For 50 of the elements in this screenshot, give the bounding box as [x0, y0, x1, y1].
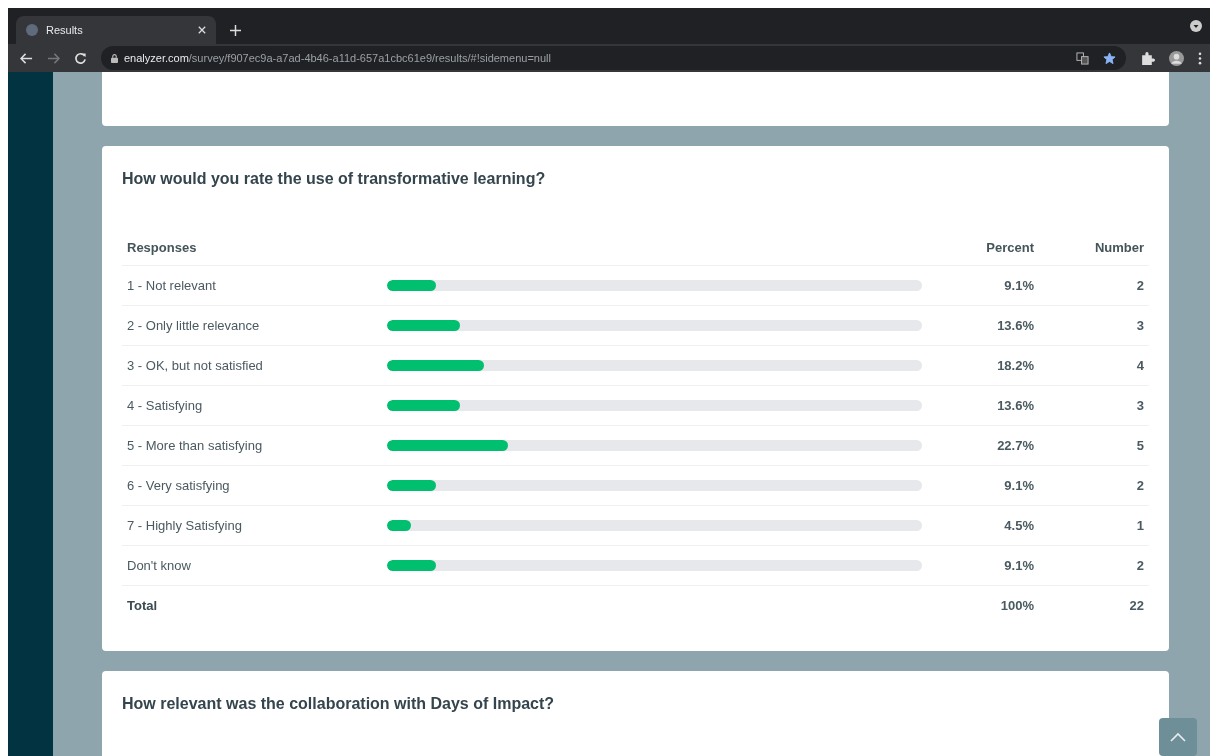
url-text: enalyzer.com/survey/f907ec9a-a7ad-4b46-a11d-657a1cbc61e9/results/#!sidemenu=null: [124, 52, 551, 64]
site-favicon-icon: [26, 24, 38, 36]
response-label: 4 - Satisfying: [122, 386, 382, 426]
reload-icon[interactable]: [74, 51, 87, 65]
response-label: 7 - Highly Satisfying: [122, 506, 382, 546]
total-label: Total: [126, 597, 159, 615]
percent-cell: 4.5%: [927, 506, 1039, 546]
lock-icon: [111, 53, 118, 63]
response-label: 6 - Very satisfying: [122, 466, 382, 506]
percent-cell: 9.1%: [927, 466, 1039, 506]
avatar-icon[interactable]: [1169, 50, 1184, 66]
number-cell: 2: [1039, 546, 1149, 586]
column-header: Percent: [927, 240, 1039, 266]
menu-icon[interactable]: [1198, 51, 1202, 65]
translate-icon[interactable]: [1076, 51, 1089, 65]
forward-arrow-icon[interactable]: [47, 51, 60, 65]
back-arrow-icon[interactable]: [20, 51, 33, 65]
address-bar[interactable]: enalyzer.com/survey/f907ec9a-a7ad-4b46-a11d-657a1cbc61e9/results/#!sidemenu=null: [101, 46, 1126, 70]
tab-title: Results: [46, 24, 84, 36]
percent-cell: 13.6%: [927, 306, 1039, 346]
percent-cell: 9.1%: [927, 546, 1039, 586]
number-cell: 4: [1039, 346, 1149, 386]
percent-cell: 13.6%: [927, 386, 1039, 426]
star-icon[interactable]: [1103, 51, 1116, 65]
number-cell-text: 22: [1128, 597, 1145, 615]
percent-cell: 18.2%: [927, 346, 1039, 386]
number-cell: 5: [1039, 426, 1149, 466]
number-cell: 3: [1039, 386, 1149, 426]
column-header: Number: [1039, 240, 1149, 266]
question-title: How would you rate the use of transformative learning?: [122, 170, 547, 188]
response-label: Don't know: [122, 546, 382, 586]
puzzle-icon[interactable]: [1140, 50, 1155, 66]
response-label: 1 - Not relevant: [122, 266, 382, 306]
percent-cell: 9.1%: [927, 266, 1039, 306]
chevron-up-icon: [1170, 732, 1186, 742]
number-cell: 1: [1039, 506, 1149, 546]
response-label: 2 - Only little relevance: [122, 306, 382, 346]
number-cell: 2: [1039, 266, 1149, 306]
question-title: How relevant was the collaboration with Days of Impact?: [122, 695, 556, 713]
response-label: 3 - OK, but not satisfied: [122, 346, 382, 386]
percent-cell: 22.7%: [927, 426, 1039, 466]
response-label: 5 - More than satisfying: [122, 426, 382, 466]
new-tab-icon[interactable]: [230, 25, 241, 36]
number-cell: 3: [1039, 306, 1149, 346]
browser-tab[interactable]: Results: [16, 16, 216, 44]
column-header: Responses: [122, 240, 927, 266]
percent-cell-text: 100%: [999, 597, 1035, 615]
tab-search-icon[interactable]: [1190, 20, 1202, 32]
close-icon[interactable]: [198, 26, 206, 34]
number-cell: 2: [1039, 466, 1149, 506]
